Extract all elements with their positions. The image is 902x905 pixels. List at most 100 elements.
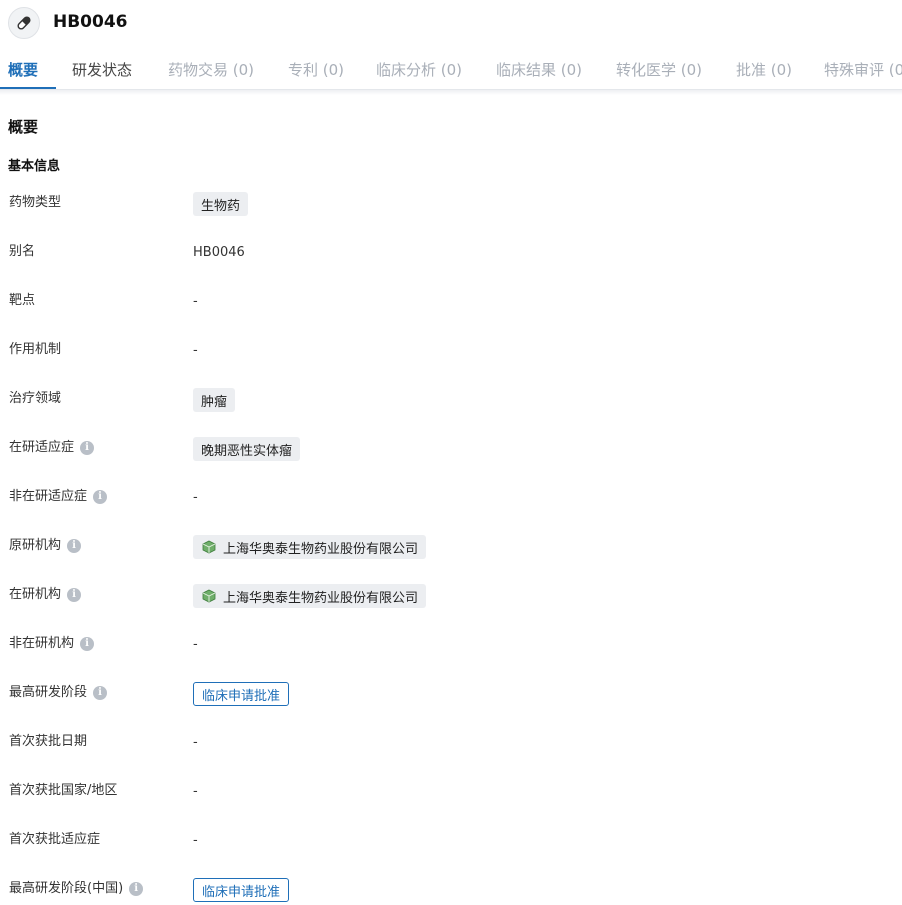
field-label: 非在研机构 i bbox=[9, 634, 95, 654]
value-tag[interactable]: 生物药 bbox=[193, 192, 249, 216]
field-value: - bbox=[193, 336, 198, 366]
field-row: 首次获批日期 - bbox=[0, 728, 902, 758]
field-row: 别名 HB0046 bbox=[0, 238, 902, 268]
value-tag[interactable]: 肿瘤 bbox=[193, 388, 236, 412]
field-value: 肿瘤 bbox=[193, 385, 236, 415]
field-row: 最高研发阶段(中国) i 临床申请批准 bbox=[0, 875, 902, 905]
field-label: 作用机制 bbox=[9, 340, 61, 360]
field-label: 在研适应症 i bbox=[9, 438, 95, 458]
field-row: 治疗领域 肿瘤 bbox=[0, 385, 902, 415]
pill-icon bbox=[8, 7, 40, 39]
field-label-text: 别名 bbox=[9, 244, 36, 259]
field-label-text: 最高研发阶段 bbox=[9, 685, 88, 700]
tab-special-review[interactable]: 特殊审评 (0 bbox=[824, 60, 902, 80]
field-label: 首次获批适应症 bbox=[9, 830, 100, 850]
field-label: 治疗领域 bbox=[9, 389, 61, 409]
field-value: 生物药 bbox=[193, 189, 249, 219]
field-label: 靶点 bbox=[9, 291, 35, 311]
field-row: 靶点 - bbox=[0, 287, 902, 317]
field-row: 首次获批适应症 - bbox=[0, 826, 902, 856]
field-row: 非在研机构 i - bbox=[0, 630, 902, 660]
tab-bar: 概要 研发状态 药物交易 (0) 专利 (0) 临床分析 (0) 临床结果 (0… bbox=[0, 48, 902, 90]
field-label-text: 首次获批适应症 bbox=[9, 832, 101, 847]
tab-translational-medicine[interactable]: 转化医学 (0) bbox=[616, 60, 702, 80]
organization-tag[interactable]: 上海华奥泰生物药业股份有限公司 bbox=[193, 584, 427, 608]
value-text: HB0046 bbox=[193, 245, 245, 260]
organization-tag[interactable]: 上海华奥泰生物药业股份有限公司 bbox=[193, 535, 427, 559]
field-label: 首次获批国家/地区 bbox=[9, 781, 117, 801]
info-icon[interactable]: i bbox=[93, 686, 108, 700]
tab-rd-status[interactable]: 研发状态 bbox=[72, 60, 132, 80]
tab-patents[interactable]: 专利 (0) bbox=[288, 60, 344, 80]
field-row: 首次获批国家/地区 - bbox=[0, 777, 902, 807]
field-label-text: 最高研发阶段(中国) bbox=[9, 881, 124, 896]
field-label-text: 靶点 bbox=[9, 293, 36, 308]
tab-clinical-results[interactable]: 临床结果 (0) bbox=[496, 60, 582, 80]
field-row: 非在研适应症 i - bbox=[0, 483, 902, 513]
field-value: - bbox=[193, 630, 198, 660]
value-text: - bbox=[193, 784, 198, 799]
field-label-text: 作用机制 bbox=[9, 342, 62, 357]
field-label-text: 原研机构 bbox=[9, 538, 62, 553]
field-value: HB0046 bbox=[193, 238, 245, 268]
field-label-text: 在研机构 bbox=[9, 587, 62, 602]
field-label: 非在研适应症 i bbox=[9, 487, 108, 507]
section-title: 概要 bbox=[8, 118, 39, 136]
field-label-text: 首次获批日期 bbox=[9, 734, 88, 749]
value-text: - bbox=[193, 343, 198, 358]
organization-icon bbox=[202, 589, 216, 603]
organization-name: 上海华奥泰生物药业股份有限公司 bbox=[223, 590, 419, 606]
page-header: HB0046 bbox=[0, 0, 902, 48]
field-label: 最高研发阶段 i bbox=[9, 683, 108, 703]
info-icon[interactable]: i bbox=[80, 441, 95, 455]
phase-badge[interactable]: 临床申请批准 bbox=[193, 682, 290, 706]
phase-badge[interactable]: 临床申请批准 bbox=[193, 878, 290, 902]
field-value: - bbox=[193, 728, 198, 758]
field-label-text: 非在研机构 bbox=[9, 636, 75, 651]
field-value: - bbox=[193, 483, 198, 513]
field-value: - bbox=[193, 287, 198, 317]
section-subtitle: 基本信息 bbox=[8, 159, 61, 174]
field-label-text: 治疗领域 bbox=[9, 391, 62, 406]
organization-icon bbox=[202, 540, 216, 554]
value-tag[interactable]: 晚期恶性实体瘤 bbox=[193, 437, 301, 461]
field-row: 作用机制 - bbox=[0, 336, 902, 366]
value-text: - bbox=[193, 833, 198, 848]
field-label-text: 在研适应症 bbox=[9, 440, 75, 455]
field-label-text: 首次获批国家/地区 bbox=[9, 783, 118, 798]
value-text: - bbox=[193, 490, 198, 505]
page-title: HB0046 bbox=[53, 12, 128, 32]
tab-approvals[interactable]: 批准 (0) bbox=[736, 60, 792, 80]
value-text: - bbox=[193, 637, 198, 652]
field-label: 在研机构 i bbox=[9, 585, 82, 605]
info-icon[interactable]: i bbox=[129, 882, 144, 896]
field-row: 在研适应症 i 晚期恶性实体瘤 bbox=[0, 434, 902, 464]
field-value: 晚期恶性实体瘤 bbox=[193, 434, 301, 464]
field-row: 原研机构 i 上海华奥泰生物药业股份有限公司 bbox=[0, 532, 902, 562]
value-text: - bbox=[193, 294, 198, 309]
tab-drug-deals[interactable]: 药物交易 (0) bbox=[168, 60, 254, 80]
field-value: 临床申请批准 bbox=[193, 875, 290, 905]
field-value: - bbox=[193, 826, 198, 856]
tab-overview[interactable]: 概要 bbox=[8, 60, 38, 80]
field-row: 最高研发阶段 i 临床申请批准 bbox=[0, 679, 902, 709]
field-label-text: 药物类型 bbox=[9, 195, 62, 210]
field-value: 临床申请批准 bbox=[193, 679, 290, 709]
field-value: 上海华奥泰生物药业股份有限公司 bbox=[193, 581, 427, 611]
tab-clinical-analysis[interactable]: 临床分析 (0) bbox=[376, 60, 462, 80]
info-icon[interactable]: i bbox=[67, 539, 82, 553]
field-label: 药物类型 bbox=[9, 193, 61, 213]
field-row: 药物类型 生物药 bbox=[0, 189, 902, 219]
info-icon[interactable]: i bbox=[93, 490, 108, 504]
field-label: 首次获批日期 bbox=[9, 732, 87, 752]
field-value: 上海华奥泰生物药业股份有限公司 bbox=[193, 532, 427, 562]
field-value: - bbox=[193, 777, 198, 807]
tab-bar-shadow bbox=[0, 90, 902, 95]
field-row: 在研机构 i 上海华奥泰生物药业股份有限公司 bbox=[0, 581, 902, 611]
info-icon[interactable]: i bbox=[67, 588, 82, 602]
organization-name: 上海华奥泰生物药业股份有限公司 bbox=[223, 541, 419, 557]
field-label: 别名 bbox=[9, 242, 35, 262]
field-label: 最高研发阶段(中国) i bbox=[9, 879, 144, 899]
field-label-text: 非在研适应症 bbox=[9, 489, 88, 504]
info-icon[interactable]: i bbox=[80, 637, 95, 651]
